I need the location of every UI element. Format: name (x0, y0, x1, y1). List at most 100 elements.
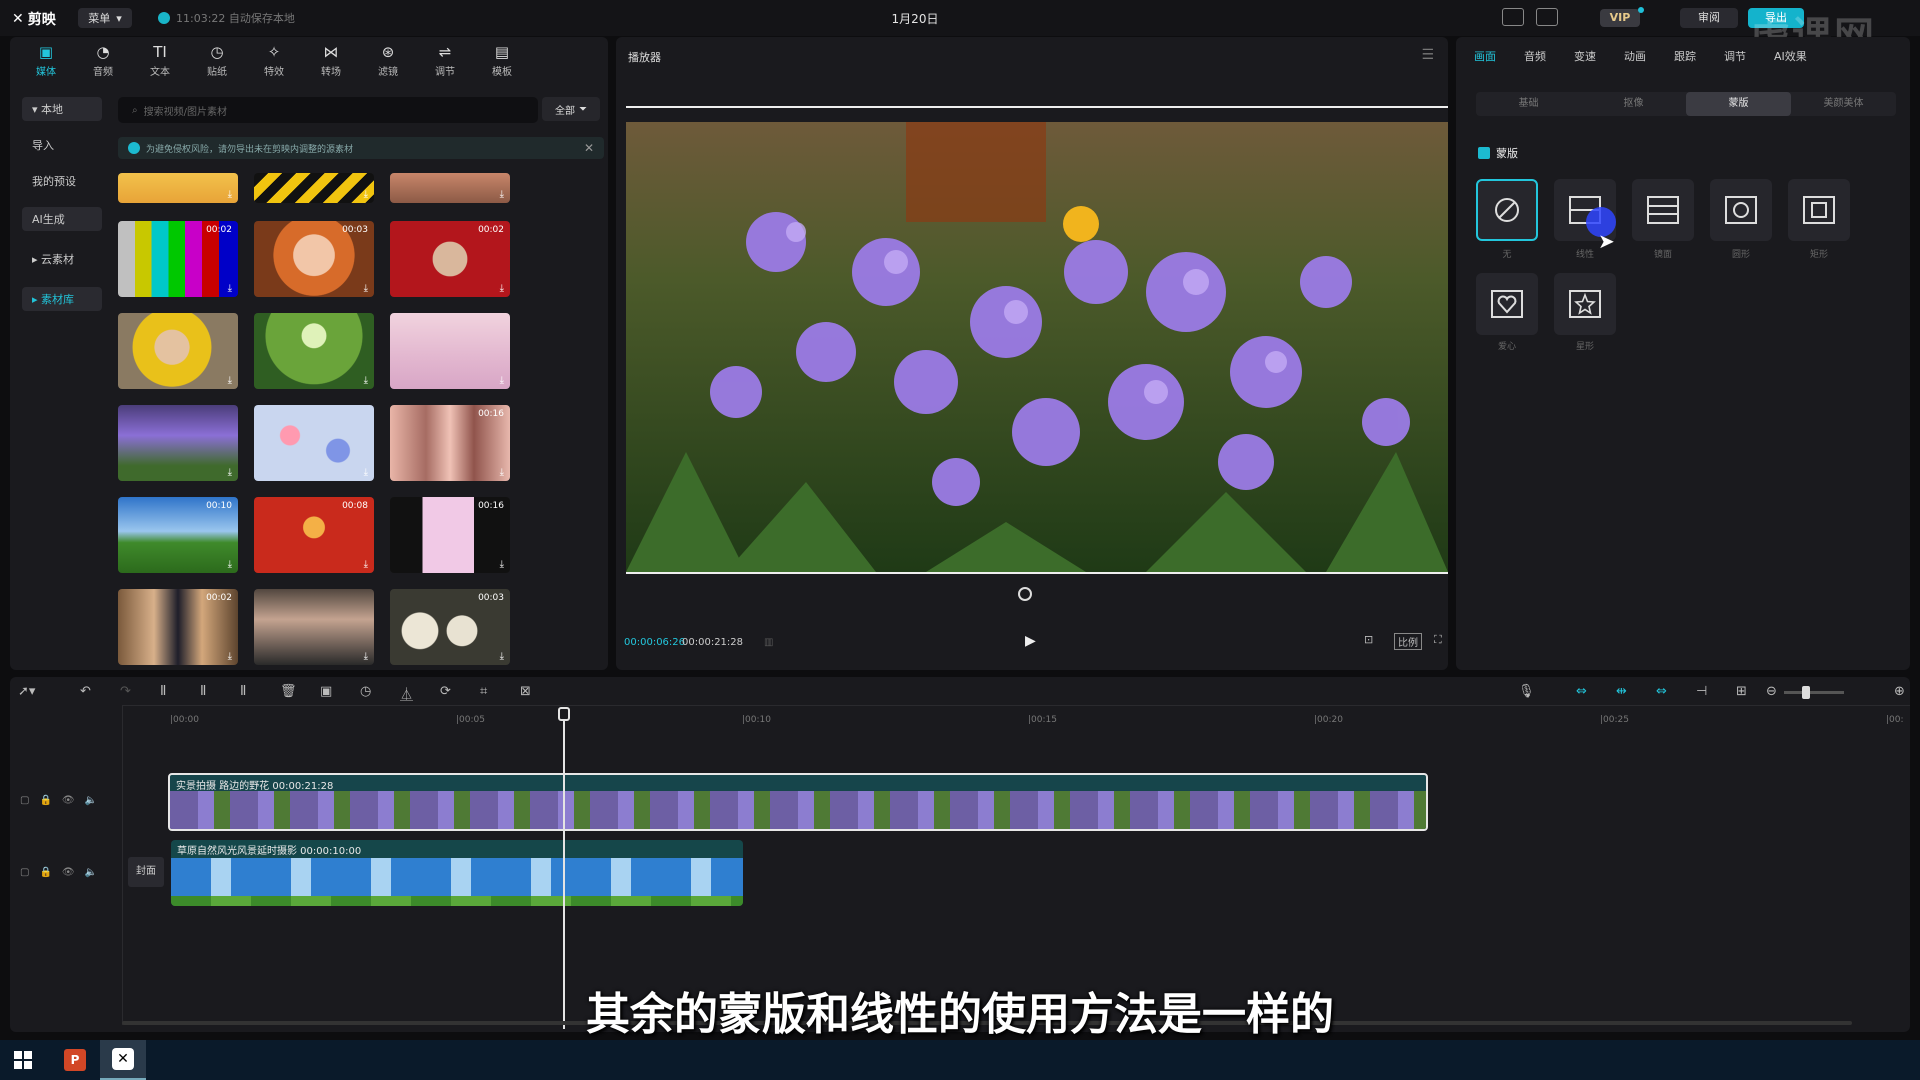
zoom-slider[interactable] (1784, 691, 1844, 694)
zoom-slider-handle[interactable] (1802, 686, 1810, 699)
video-preview[interactable] (626, 122, 1448, 572)
sidebar-item-import[interactable]: 导入 (22, 133, 102, 157)
tab-text[interactable]: TI 文本 (132, 39, 188, 81)
media-thumb[interactable]: 00:03 ⤓ (390, 589, 510, 665)
rotate-icon[interactable]: ⟳ (440, 684, 451, 699)
second-video-clip[interactable]: 草原自然风光风景延时摄影 00:00:10:00 (171, 840, 743, 906)
media-thumb[interactable]: ⤓ (390, 313, 510, 389)
crop-icon[interactable]: ⌗ (480, 684, 487, 699)
media-thumb[interactable]: 00:16 ⤓ (390, 405, 510, 481)
cover-button[interactable]: 封面 (128, 857, 164, 887)
tab-effects[interactable]: ✧ 特效 (246, 39, 302, 81)
media-thumb[interactable]: 00:10 ⤓ (118, 497, 238, 573)
capcut-app-icon[interactable]: ✕ (100, 1040, 146, 1080)
select-tool-icon[interactable]: ➚▾ (18, 684, 35, 699)
media-thumb[interactable]: 00:08 ⤓ (254, 497, 374, 573)
tab-media[interactable]: ▣ 媒体 (18, 39, 74, 81)
tab-sticker[interactable]: ◷ 贴纸 (189, 39, 245, 81)
filter-button[interactable]: 全部 ⏷ (542, 97, 600, 121)
mask-section-header[interactable]: 蒙版 (1478, 145, 1518, 161)
media-thumb[interactable]: ⤓ (118, 313, 238, 389)
vip-badge[interactable]: VIP (1600, 9, 1640, 27)
zoom-out-icon[interactable]: ⊖ (1766, 684, 1777, 699)
windows-start-icon[interactable] (0, 1040, 46, 1080)
tab-speed[interactable]: 变速 (1574, 48, 1596, 64)
shortcut-icon[interactable] (1502, 8, 1524, 26)
tab-audio[interactable]: ◔ 音频 (75, 39, 131, 81)
media-thumb[interactable]: ⤓ (254, 405, 374, 481)
split-left-icon[interactable]: Ⅱ (200, 684, 206, 699)
split-preview-icon[interactable]: ⊣ (1696, 684, 1707, 699)
tab-filter[interactable]: ⊛ 滤镜 (360, 39, 416, 81)
link-main-track-icon[interactable]: ⇔ (1576, 684, 1587, 699)
split-icon[interactable]: Ⅱ (160, 684, 166, 699)
checkbox-icon[interactable] (1478, 147, 1490, 159)
search-input[interactable]: ⌕ 搜索视频/图片素材 (118, 97, 538, 123)
crop-ratio-icon[interactable]: ⊠ (520, 684, 531, 699)
tab-tracking[interactable]: 跟踪 (1674, 48, 1696, 64)
mask-mirror-button[interactable] (1632, 179, 1694, 241)
mask-heart-button[interactable] (1476, 273, 1538, 335)
mask-none-button[interactable] (1476, 179, 1538, 241)
subtab-basic[interactable]: 基础 (1476, 92, 1581, 116)
media-thumb[interactable]: 00:02 ⤓ (390, 221, 510, 297)
main-video-clip[interactable]: 实景拍摄 路边的野花 00:00:21:28 (168, 773, 1428, 831)
subtab-cutout[interactable]: 抠像 (1581, 92, 1686, 116)
media-thumb[interactable]: ⤓ (390, 173, 510, 203)
reverse-icon[interactable]: ◷ (360, 684, 371, 699)
linkage-icon[interactable]: ⇔ (1656, 684, 1667, 699)
preview-axis-icon[interactable]: ⊞ (1736, 684, 1747, 699)
ratio-button[interactable]: 比例 (1394, 633, 1422, 650)
media-thumb[interactable]: 00:02 ⤓ (118, 221, 238, 297)
fullscreen-icon[interactable]: ⛶ (1434, 633, 1442, 647)
subtab-beauty[interactable]: 美颜美体 (1791, 92, 1896, 116)
rotate-handle-icon[interactable] (1018, 587, 1032, 601)
sidebar-item-presets[interactable]: 我的预设 (22, 169, 102, 193)
tab-template[interactable]: ▤ 模板 (474, 39, 530, 81)
layout-icon[interactable] (1536, 8, 1558, 26)
sidebar-item-local[interactable]: ▾ 本地 (22, 97, 102, 121)
media-thumb[interactable]: 00:16 ⤓ (390, 497, 510, 573)
tab-adjust[interactable]: ⇌ 调节 (417, 39, 473, 81)
tab-ai-effects[interactable]: AI效果 (1774, 48, 1807, 64)
media-thumb[interactable]: 00:03 ⤓ (254, 221, 374, 297)
microphone-icon[interactable]: 🎙 (1518, 684, 1535, 699)
subtab-mask[interactable]: 蒙版 (1686, 92, 1791, 116)
redo-icon[interactable]: ↷ (120, 684, 131, 699)
transition-icon: ⋈ (323, 42, 339, 61)
tab-picture[interactable]: 画面 (1474, 48, 1496, 64)
menu-lines-icon[interactable]: ☰ (1421, 47, 1434, 63)
mirror-icon[interactable]: ⏅ (400, 684, 413, 703)
tab-transition[interactable]: ⋈ 转场 (303, 39, 359, 81)
split-right-icon[interactable]: Ⅱ (240, 684, 246, 699)
screenshot-icon[interactable]: ⊡ (1364, 633, 1373, 646)
playhead-handle[interactable] (558, 707, 570, 721)
mask-circle-button[interactable] (1710, 179, 1772, 241)
media-thumb[interactable]: ⤓ (254, 313, 374, 389)
tab-animation[interactable]: 动画 (1624, 48, 1646, 64)
undo-icon[interactable]: ↶ (80, 684, 91, 699)
media-thumb[interactable]: ⤓ (254, 589, 374, 665)
track1-controls[interactable]: ▢🔒👁🔈 (20, 795, 107, 806)
media-thumb[interactable]: ⤓ (118, 405, 238, 481)
sidebar-item-cloud[interactable]: ▸ 云素材 (22, 247, 102, 271)
mask-rect-button[interactable] (1788, 179, 1850, 241)
snap-icon[interactable]: ⇹ (1616, 684, 1627, 699)
review-button[interactable]: 审阅 (1680, 8, 1738, 28)
sidebar-item-ai[interactable]: AI生成 (22, 207, 102, 231)
shield-check-icon (128, 142, 140, 154)
mask-star-button[interactable] (1554, 273, 1616, 335)
delete-icon[interactable]: 🗑 (280, 684, 297, 699)
track2-controls[interactable]: ▢🔒👁🔈 (20, 867, 107, 878)
tab-audio[interactable]: 音频 (1524, 48, 1546, 64)
media-thumb[interactable]: ⤓ (254, 173, 374, 203)
tab-adjust[interactable]: 调节 (1724, 48, 1746, 64)
media-thumb[interactable]: ⤓ (118, 173, 238, 203)
powerpoint-icon[interactable]: P (52, 1040, 98, 1080)
sidebar-item-library[interactable]: ▸ 素材库 (22, 287, 102, 311)
close-icon[interactable]: ✕ (584, 141, 594, 155)
play-icon[interactable]: ▶ (1025, 633, 1036, 649)
media-thumb[interactable]: 00:02 ⤓ (118, 589, 238, 665)
zoom-in-icon[interactable]: ⊕ (1894, 684, 1905, 699)
freeze-icon[interactable]: ▣ (320, 684, 332, 699)
